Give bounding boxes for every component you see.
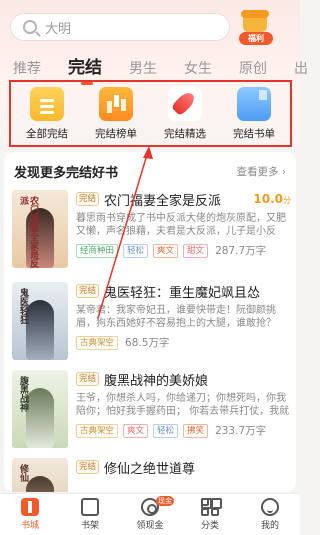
nav-bookstore[interactable]: 书城 <box>0 494 60 535</box>
book-tag: 经商种田 <box>76 243 119 258</box>
book-cover: 腹黑战神 <box>12 370 68 448</box>
book-desc: 暮思雨书穿成了书中反派大佬的炮灰原配，又肥又懒，声名狼藉，夫君是大反派，儿子是小… <box>76 213 286 237</box>
booklist-icon <box>237 87 271 121</box>
book-title: 鬼医轻狂：重生魔妃飒且怂 <box>104 285 261 301</box>
book-cover: 修仙 <box>12 458 68 492</box>
bookstore-icon <box>21 498 39 516</box>
category-icon <box>201 498 219 516</box>
category-entries: 全部完结 完结榜单 完结精选 完结书单 <box>9 80 292 147</box>
tab-female[interactable]: 女生 <box>184 58 212 78</box>
category-label: 完结榜单 <box>95 128 137 140</box>
category-label: 全部完结 <box>26 128 68 140</box>
category-ranking[interactable]: 完结榜单 <box>84 82 148 145</box>
book-title: 修仙之绝世道尊 <box>104 461 196 477</box>
profile-icon <box>261 498 279 516</box>
book-tag: 古典架空 <box>76 335 119 350</box>
book-desc: 王爷，你想杀人吗，你给递刀；你想死吗，你我陪你；怕好我手握药田； 你若去带兵打仗… <box>76 393 290 417</box>
book-cover: 农门福妻全家是反派 <box>12 190 68 268</box>
view-more-link[interactable]: 查看更多 › <box>236 164 286 179</box>
book-desc: 某帝君：我家帝妃丑，谁要快带走！阮御颜挑眉，狗东西她好不容易抱上的大腿，谁敢抢？ <box>76 305 276 329</box>
welfare-label: 福利 <box>239 32 273 45</box>
nav-get-cash[interactable]: 领现金 现金 <box>120 494 180 535</box>
status-badge: 完结 <box>76 284 100 298</box>
book-item[interactable]: 鬼医轻狂 完结 鬼医轻狂：重生魔妃飒且怂 某帝君：我家帝妃丑，谁要快带走！阮御颜… <box>12 282 292 370</box>
rocket-icon <box>168 87 202 121</box>
ranking-icon <box>99 87 133 121</box>
book-tag: 轻松 <box>153 423 179 438</box>
search-icon <box>23 20 37 34</box>
word-count: 68.5万字 <box>125 337 170 349</box>
book-title: 农门福妻全家是反派 <box>104 193 222 209</box>
tab-publish[interactable]: 出 <box>294 58 308 78</box>
book-tag: 古典架空 <box>76 423 119 438</box>
status-badge: 完结 <box>76 460 100 474</box>
tab-recommend[interactable]: 推荐 <box>13 58 41 78</box>
status-badge: 完结 <box>76 372 100 386</box>
book-item[interactable]: 农门福妻全家是反派 完结 农门福妻全家是反派 10.0分 暮思雨书穿成了书中反派… <box>12 190 292 278</box>
nav-category[interactable]: 分类 <box>180 494 240 535</box>
tab-original[interactable]: 原创 <box>239 58 267 78</box>
word-count: 233.7万字 <box>215 425 267 437</box>
bookshelf-icon <box>81 498 99 516</box>
book-cover: 鬼医轻狂 <box>12 282 68 360</box>
book-item[interactable]: 腹黑战神 完结 腹黑战神的美娇娘 王爷，你想杀人吗，你给递刀；你想死吗，你我陪你… <box>12 370 292 458</box>
word-count: 287.7万字 <box>215 245 267 257</box>
section-title: 发现更多完结好书 <box>14 166 119 181</box>
doc-list-icon <box>30 87 64 121</box>
welfare-button[interactable]: 福利 <box>239 8 273 45</box>
book-title: 腹黑战神的美娇娘 <box>104 373 209 389</box>
book-score: 10.0分 <box>253 192 291 206</box>
channel-tabs: 推荐 完结 男生 女生 原创 出 <box>0 48 308 85</box>
book-tag: 拂笑 <box>183 423 209 438</box>
tab-finished[interactable]: 完结 <box>68 53 102 85</box>
book-tag: 爽文 <box>123 423 149 438</box>
category-picks[interactable]: 完结精选 <box>153 82 217 145</box>
book-tag: 轻松 <box>123 243 149 258</box>
cash-pill-badge: 现金 <box>156 496 174 506</box>
book-item[interactable]: 修仙 完结 修仙之绝世道尊 <box>12 458 292 492</box>
status-badge: 完结 <box>76 192 100 206</box>
search-input[interactable]: 大明 <box>45 18 71 37</box>
category-label: 完结书单 <box>233 128 275 140</box>
book-tag: 爽文 <box>153 243 179 258</box>
category-booklist[interactable]: 完结书单 <box>222 82 286 145</box>
nav-profile[interactable]: 我的 <box>240 494 300 535</box>
gift-lid <box>241 10 269 18</box>
tab-male[interactable]: 男生 <box>129 58 157 78</box>
search-bar[interactable]: 大明 <box>10 13 230 41</box>
category-all-finished[interactable]: 全部完结 <box>15 82 79 145</box>
book-tag: 甜文 <box>183 243 209 258</box>
category-label: 完结精选 <box>164 128 206 140</box>
finished-books-card: 发现更多完结好书 查看更多 › 农门福妻全家是反派 完结 农门福妻全家是反派 1… <box>4 152 296 492</box>
nav-bookshelf[interactable]: 书架 <box>60 494 120 535</box>
bottom-nav: 书城 书架 领现金 现金 分类 我的 <box>0 493 300 535</box>
